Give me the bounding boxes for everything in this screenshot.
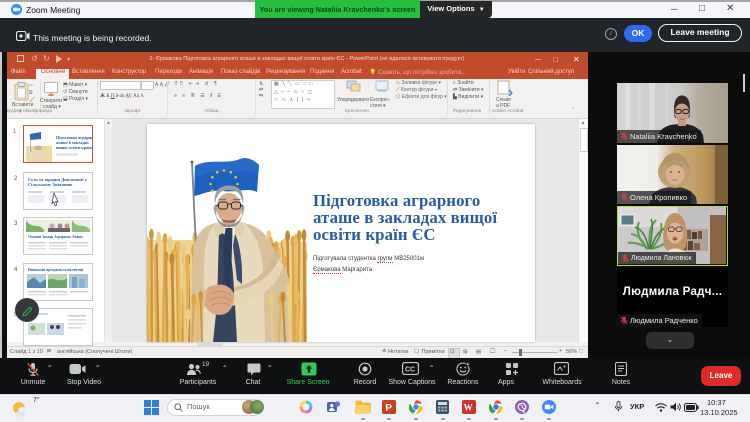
svg-text:вищої освіти країн ЄС: вищої освіти країн ЄС — [56, 145, 93, 150]
svg-text:Сільському Змаганню: Сільському Змаганню — [28, 182, 73, 187]
svg-text:Навчальні програми та інституц: Навчальні програми та інституції — [28, 268, 84, 272]
svg-text:W: W — [464, 403, 473, 413]
svg-text:Основні Засади Аграрного Аташе: Основні Засади Аграрного Аташе — [28, 235, 83, 239]
svg-text:CC: CC — [405, 367, 415, 374]
svg-text:P: P — [385, 403, 392, 414]
